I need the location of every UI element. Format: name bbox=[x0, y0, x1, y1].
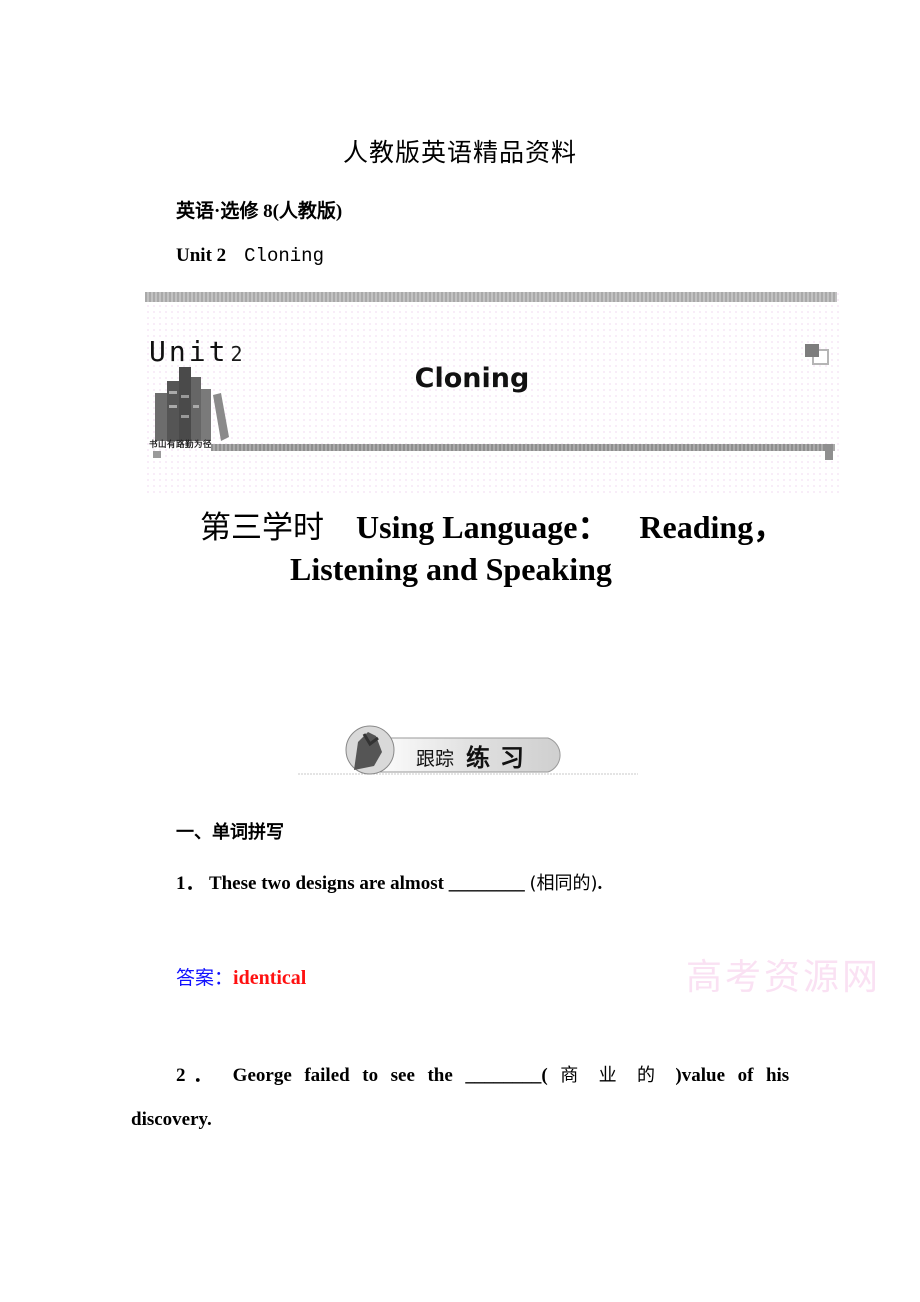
question-word: of bbox=[737, 1065, 754, 1086]
banner-bar-end-right bbox=[825, 444, 833, 460]
question-2-continuation: discovery. bbox=[131, 1109, 212, 1130]
squares-corner-icon bbox=[805, 344, 829, 365]
answer-blank: ________( bbox=[465, 1065, 548, 1086]
question-2: 2． George failed to see the ________( 商 … bbox=[176, 1060, 789, 1087]
unit-line: Unit 2 Cloning bbox=[176, 245, 324, 267]
answer-label: 答案： bbox=[176, 967, 234, 989]
lesson-title-tail: Reading， bbox=[639, 509, 786, 545]
question-text: These two designs are almost bbox=[208, 873, 444, 894]
banner-title: Cloning bbox=[414, 363, 530, 394]
unit-banner: Unit 2 书山有路勤为径 Cloning bbox=[145, 291, 839, 496]
badge-label-brush: 练习 bbox=[466, 744, 534, 772]
unit-number: Unit 2 bbox=[176, 245, 227, 266]
question-word: see bbox=[390, 1065, 415, 1086]
question-hint-char: 的 bbox=[637, 1065, 663, 1086]
unit-name: Cloning bbox=[244, 245, 324, 267]
badge-label-regular: 跟踪 bbox=[416, 748, 454, 770]
question-hint-char: 业 bbox=[598, 1065, 625, 1086]
question-word: to bbox=[362, 1065, 379, 1086]
lesson-title-main: Using Language： bbox=[356, 509, 610, 545]
question-word: the bbox=[427, 1065, 453, 1086]
question-number: 1． bbox=[176, 873, 205, 894]
lesson-title-line2: Listening and Speaking bbox=[290, 551, 612, 587]
question-word: his bbox=[765, 1065, 790, 1086]
question-number: 2． bbox=[176, 1065, 221, 1086]
climber-icon bbox=[345, 725, 395, 775]
banner-bottom-bar bbox=[211, 444, 835, 451]
question-hint-char: 商 bbox=[560, 1065, 587, 1086]
answer-1: 答案：identical bbox=[176, 963, 306, 990]
watermark: 高考资源网 bbox=[686, 957, 882, 998]
subject-line: 英语·选修 8(人教版) bbox=[176, 201, 343, 222]
lesson-title-line1: 第三学时 Using Language： Reading， bbox=[200, 502, 785, 548]
question-word: )value bbox=[675, 1065, 725, 1086]
practice-badge: 跟踪 练习 bbox=[298, 725, 638, 775]
lesson-period: 第三学时 bbox=[200, 510, 324, 546]
answer-blank: ________ bbox=[448, 873, 525, 894]
question-word: George bbox=[232, 1065, 292, 1086]
answer-value: identical bbox=[233, 967, 307, 989]
question-1: 1． These two designs are almost ________… bbox=[176, 868, 602, 895]
document-header-title: 人教版英语精品资料 bbox=[342, 138, 577, 167]
question-end: . bbox=[597, 873, 603, 894]
question-hint: (相同的) bbox=[529, 873, 598, 894]
banner-motto: 书山有路勤为径 bbox=[149, 440, 213, 450]
banner-top-bar bbox=[145, 292, 837, 302]
banner-bar-end-left bbox=[153, 451, 161, 458]
section-heading: 一、单词拼写 bbox=[176, 822, 284, 843]
question-word: failed bbox=[304, 1065, 350, 1086]
